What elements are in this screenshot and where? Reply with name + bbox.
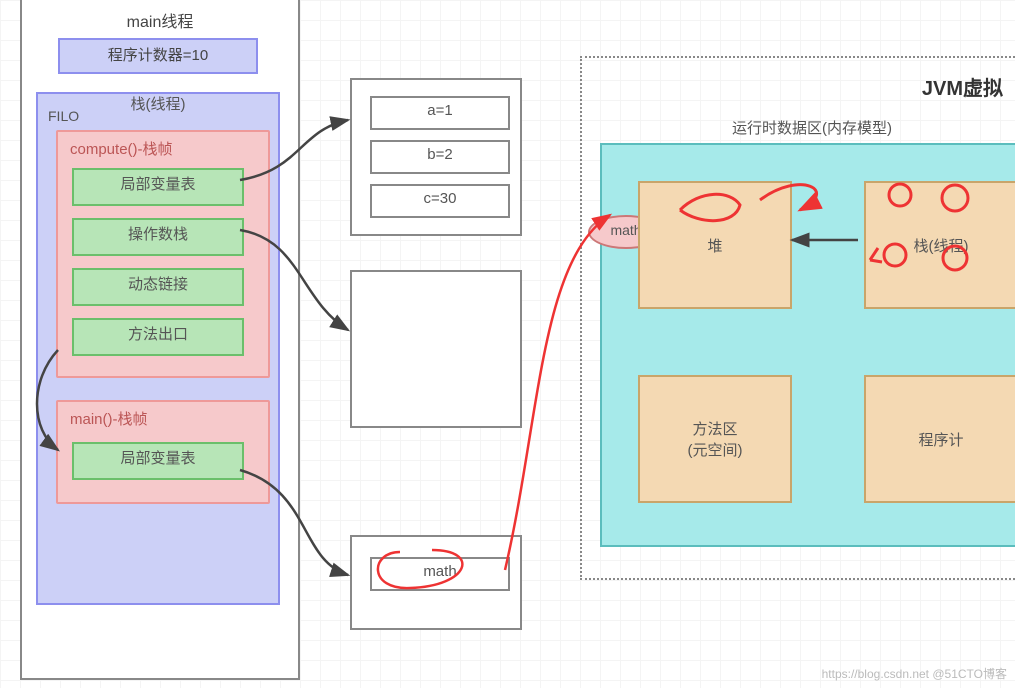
method-area-label: 方法区 (元空间): [688, 418, 743, 460]
method-area-box: 方法区 (元空间): [638, 375, 792, 503]
runtime-title: 运行时数据区(内存模型): [602, 117, 1015, 138]
slot-dynamic-link: 动态链接: [72, 268, 244, 306]
jvm-title: JVM虚拟: [922, 72, 1003, 101]
stack-box: 栈(线程): [864, 181, 1015, 309]
runtime-data-area: 运行时数据区(内存模型) math 堆 栈(线程) 方法区 (元空间) 程序计: [600, 143, 1015, 547]
slot-operand-stack: 操作数栈: [72, 218, 244, 256]
var-row: a=1: [370, 96, 510, 130]
slot-local-vars: 局部变量表: [72, 442, 244, 480]
math-row: math: [370, 557, 510, 591]
detail-box-math: math: [350, 535, 522, 630]
detail-box-empty: [350, 270, 522, 428]
thread-stack: FILO 栈(线程) compute()-栈帧 局部变量表 操作数栈 动态链接 …: [36, 92, 280, 605]
program-counter-box: 程序计数器=10: [58, 38, 258, 74]
pc-register-box: 程序计: [864, 375, 1015, 503]
main-thread-title: main线程: [22, 8, 298, 32]
slot-return-addr: 方法出口: [72, 318, 244, 356]
frame-title: main()-栈帧: [70, 408, 148, 429]
stack-frame-main: main()-栈帧 局部变量表: [56, 400, 270, 504]
diagram-canvas: main线程 程序计数器=10 FILO 栈(线程) compute()-栈帧 …: [0, 0, 1015, 688]
watermark: https://blog.csdn.net @51CTO博客: [822, 665, 1007, 682]
var-row: c=30: [370, 184, 510, 218]
detail-box-vars: a=1 b=2 c=30: [350, 78, 522, 236]
var-row: b=2: [370, 140, 510, 174]
slot-local-vars: 局部变量表: [72, 168, 244, 206]
jvm-panel: JVM虚拟 运行时数据区(内存模型) math 堆 栈(线程) 方法区 (元空间…: [580, 56, 1015, 580]
stack-title: 栈(线程): [38, 93, 278, 114]
stack-frame-compute: compute()-栈帧 局部变量表 操作数栈 动态链接 方法出口: [56, 130, 270, 378]
heap-box: 堆: [638, 181, 792, 309]
frame-title: compute()-栈帧: [70, 138, 173, 159]
